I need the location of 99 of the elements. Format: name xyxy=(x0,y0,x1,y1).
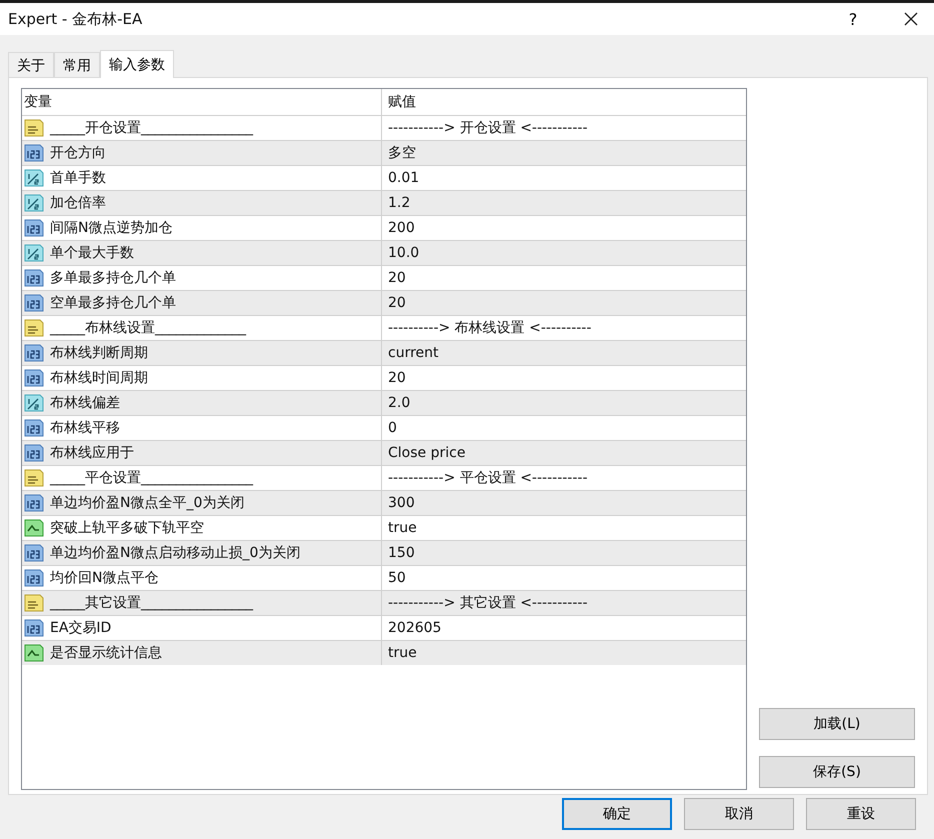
string-type-icon xyxy=(24,593,44,613)
parameter-name: 布林线应用于 xyxy=(50,444,134,462)
parameter-name: _____开仓设置________________ xyxy=(50,119,253,137)
parameter-name: 多单最多持仓几个单 xyxy=(50,269,176,287)
parameter-name: 布林线平移 xyxy=(50,419,120,437)
parameter-value: 300 xyxy=(387,495,416,511)
toggle-type-icon xyxy=(24,643,44,663)
parameter-value: 202605 xyxy=(387,620,442,636)
parameter-value: -----------> 平仓设置 <----------- xyxy=(387,469,588,487)
parameter-value: 150 xyxy=(387,545,416,561)
parameter-value: true xyxy=(387,645,418,661)
parameter-value: -----------> 开仓设置 <----------- xyxy=(387,119,588,137)
parameter-name: 布林线偏差 xyxy=(50,394,120,412)
parameter-row[interactable]: 首单手数 0.01 xyxy=(22,165,746,190)
parameter-value: 0.01 xyxy=(387,170,420,186)
parameter-row[interactable]: 单边均价盈N微点全平_0为关闭 300 xyxy=(22,490,746,515)
decimal-type-icon xyxy=(24,243,44,263)
parameter-value: 1.2 xyxy=(387,195,412,211)
integer-type-icon xyxy=(24,493,44,513)
footer-button[interactable]: 取消 xyxy=(684,798,794,830)
integer-type-icon xyxy=(24,618,44,638)
parameter-value: -----------> 其它设置 <----------- xyxy=(387,594,588,612)
parameter-name: _____其它设置________________ xyxy=(50,594,253,612)
close-icon xyxy=(904,12,918,26)
parameter-name: 是否显示统计信息 xyxy=(50,644,162,662)
parameter-row[interactable]: 布林线平移 0 xyxy=(22,415,746,440)
parameter-value: 200 xyxy=(387,220,416,236)
integer-type-icon xyxy=(24,418,44,438)
parameter-row[interactable]: 间隔N微点逆势加仓 200 xyxy=(22,215,746,240)
parameter-row[interactable]: 是否显示统计信息 true xyxy=(22,640,746,665)
footer-button[interactable]: 确定 xyxy=(562,798,672,830)
integer-type-icon xyxy=(24,568,44,588)
parameter-value: 多空 xyxy=(387,144,417,162)
parameter-name: 间隔N微点逆势加仓 xyxy=(50,219,172,237)
parameter-row[interactable]: _____开仓设置________________ -----------> 开仓设置 <----------- xyxy=(22,115,746,140)
integer-type-icon xyxy=(24,293,44,313)
parameter-row[interactable]: _____其它设置________________ -----------> 其它设置 <----------- xyxy=(22,590,746,615)
parameter-row[interactable]: 开仓方向 多空 xyxy=(22,140,746,165)
parameter-name: 单边均价盈N微点启动移动止损_0为关闭 xyxy=(50,544,300,562)
parameter-value: 20 xyxy=(387,295,407,311)
parameter-name: 单边均价盈N微点全平_0为关闭 xyxy=(50,494,244,512)
parameter-name: _____布林线设置_____________ xyxy=(50,319,246,337)
parameter-name: 突破上轨平多破下轨平空 xyxy=(50,519,204,537)
integer-type-icon xyxy=(24,543,44,563)
side-button[interactable]: 加载(L) xyxy=(759,708,915,740)
parameter-row[interactable]: 单个最大手数 10.0 xyxy=(22,240,746,265)
parameter-row[interactable]: 布林线判断周期 current xyxy=(22,340,746,365)
parameter-value: 20 xyxy=(387,370,407,386)
parameter-name: _____平仓设置________________ xyxy=(50,469,253,487)
parameter-row[interactable]: 均价回N微点平仓 50 xyxy=(22,565,746,590)
parameter-value: 2.0 xyxy=(387,395,412,411)
parameter-name: 首单手数 xyxy=(50,169,106,187)
parameter-name: 单个最大手数 xyxy=(50,244,134,262)
parameter-row[interactable]: 空单最多持仓几个单 20 xyxy=(22,290,746,315)
parameter-row[interactable]: 加仓倍率 1.2 xyxy=(22,190,746,215)
string-type-icon xyxy=(24,118,44,138)
tab[interactable]: 关于 xyxy=(8,52,54,78)
tab[interactable]: 输入参数 xyxy=(100,50,174,78)
footer-button[interactable]: 重设 xyxy=(806,798,916,830)
toggle-type-icon xyxy=(24,518,44,538)
decimal-type-icon xyxy=(24,168,44,188)
parameter-row[interactable]: 布林线时间周期 20 xyxy=(22,365,746,390)
parameter-name: 布林线判断周期 xyxy=(50,344,148,362)
integer-type-icon xyxy=(24,443,44,463)
string-type-icon xyxy=(24,318,44,338)
parameter-name: 加仓倍率 xyxy=(50,194,106,212)
integer-type-icon xyxy=(24,143,44,163)
window-title: Expert - 金布林-EA xyxy=(8,10,144,28)
parameter-row[interactable]: 布林线偏差 2.0 xyxy=(22,390,746,415)
parameter-value: 20 xyxy=(387,270,407,286)
decimal-type-icon xyxy=(24,193,44,213)
decimal-type-icon xyxy=(24,393,44,413)
parameter-name: 空单最多持仓几个单 xyxy=(50,294,176,312)
parameter-row[interactable]: 突破上轨平多破下轨平空 true xyxy=(22,515,746,540)
parameter-row[interactable]: _____布林线设置_____________ ----------> 布林线设置 <---------- xyxy=(22,315,746,340)
parameter-row[interactable]: EA交易ID 202605 xyxy=(22,615,746,640)
parameter-name: EA交易ID xyxy=(50,619,112,637)
parameter-name: 开仓方向 xyxy=(50,144,106,162)
parameter-value: true xyxy=(387,520,418,536)
parameter-name: 均价回N微点平仓 xyxy=(50,569,158,587)
integer-type-icon xyxy=(24,218,44,238)
parameter-name: 布林线时间周期 xyxy=(50,369,148,387)
parameter-row[interactable]: 多单最多持仓几个单 20 xyxy=(22,265,746,290)
parameter-value: Close price xyxy=(387,445,466,461)
integer-type-icon xyxy=(24,368,44,388)
parameter-row[interactable]: 单边均价盈N微点启动移动止损_0为关闭 150 xyxy=(22,540,746,565)
integer-type-icon xyxy=(24,343,44,363)
parameter-value: 50 xyxy=(387,570,407,586)
parameter-value: 0 xyxy=(387,420,398,436)
integer-type-icon xyxy=(24,268,44,288)
column-header: 赋值 xyxy=(387,93,417,112)
parameter-row[interactable]: _____平仓设置________________ -----------> 平仓设置 <----------- xyxy=(22,465,746,490)
string-type-icon xyxy=(24,468,44,488)
parameter-value: 10.0 xyxy=(387,245,420,261)
parameter-value: current xyxy=(387,345,440,361)
tab[interactable]: 常用 xyxy=(54,52,100,78)
side-button[interactable]: 保存(S) xyxy=(759,756,915,788)
parameter-value: ----------> 布林线设置 <---------- xyxy=(387,319,592,337)
parameter-row[interactable]: 布林线应用于 Close price xyxy=(22,440,746,465)
